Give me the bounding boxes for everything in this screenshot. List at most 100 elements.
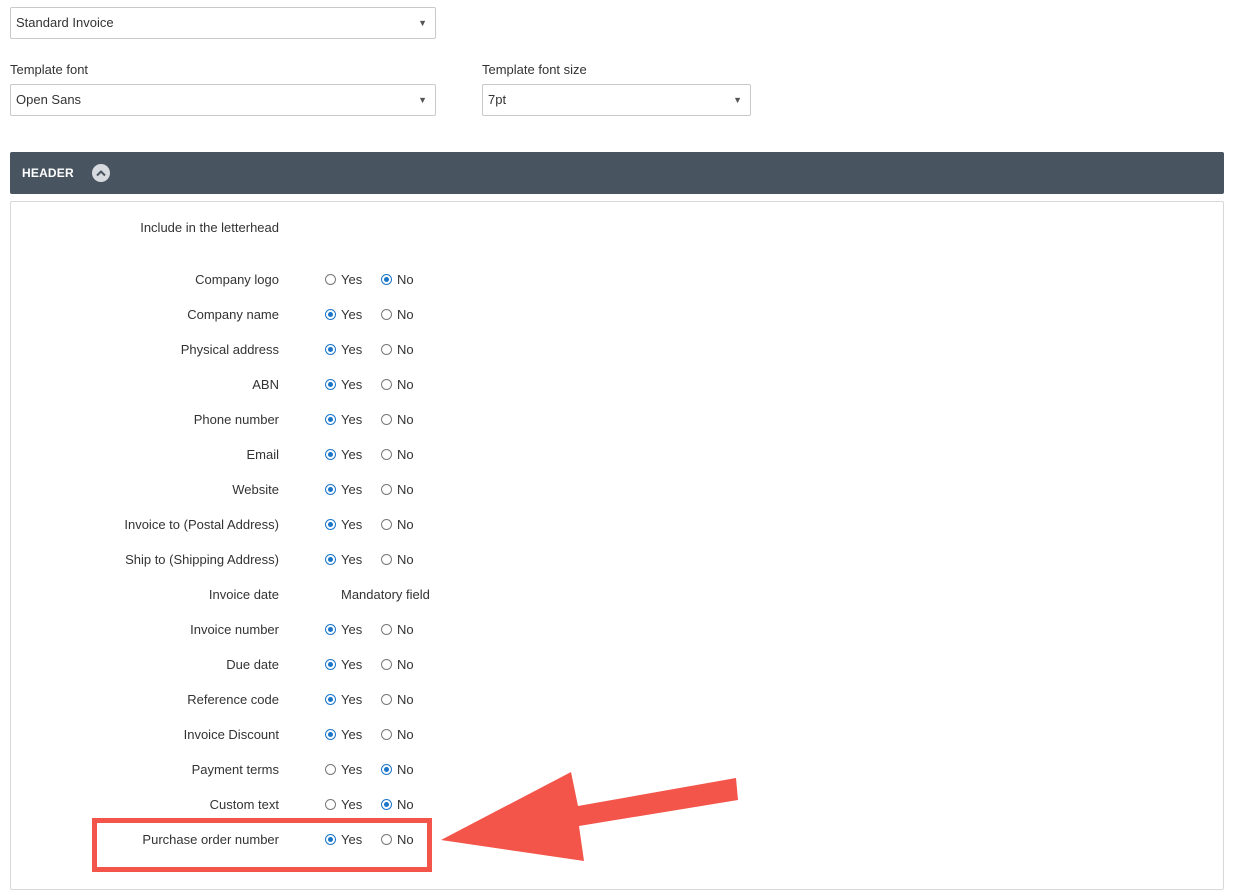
radio-no-label: No [397,552,414,567]
caret-down-icon: ▼ [733,95,742,105]
caret-down-icon: ▼ [418,95,427,105]
radio-no-label: No [397,412,414,427]
radio-no-icon[interactable] [381,414,392,425]
option-row: Invoice number Yes No [0,620,1233,640]
radio-no-icon[interactable] [381,554,392,565]
option-row: Invoice to (Postal Address) Yes No [0,515,1233,535]
radio-yes-icon[interactable] [325,449,336,460]
header-section-title: HEADER [22,166,74,180]
option-row: Invoice date Mandatory field [0,585,1233,605]
option-row: Reference code Yes No [0,690,1233,710]
mandatory-field-text: Mandatory field [341,587,430,602]
radio-no-icon[interactable] [381,519,392,530]
radio-yes-label: Yes [341,307,363,322]
option-row: Invoice Discount Yes No [0,725,1233,745]
radio-no-icon[interactable] [381,449,392,460]
option-label: Due date [226,657,279,672]
option-row: Phone number Yes No [0,410,1233,430]
radio-yes-label: Yes [341,552,363,567]
template-font-label: Template font [10,62,89,77]
radio-yes-icon[interactable] [325,484,336,495]
option-label: Physical address [180,342,279,357]
template-font-select[interactable]: Open Sans ▼ [10,84,436,116]
radio-no-icon[interactable] [381,729,392,740]
option-row: Email Yes No [0,445,1233,465]
radio-no-label: No [397,622,414,637]
option-label: ABN [252,377,279,392]
template-font-value: Open Sans [16,92,82,107]
radio-yes-icon[interactable] [325,274,336,285]
option-label: Invoice number [190,622,279,637]
option-label: Website [232,482,279,497]
radio-no-label: No [397,692,414,707]
radio-yes-icon[interactable] [325,624,336,635]
radio-yes-label: Yes [341,447,363,462]
radio-yes-label: Yes [341,517,363,532]
radio-yes-icon[interactable] [325,799,336,810]
radio-yes-icon[interactable] [325,519,336,530]
radio-yes-icon[interactable] [325,729,336,740]
template-select-value: Standard Invoice [16,15,114,30]
radio-yes-icon[interactable] [325,659,336,670]
radio-yes-label: Yes [341,377,363,392]
radio-yes-icon[interactable] [325,309,336,320]
option-label: Company name [187,307,279,322]
radio-no-icon[interactable] [381,694,392,705]
option-row: Company name Yes No [0,305,1233,325]
option-label: Company logo [195,272,279,287]
arrow-left-icon [441,772,738,861]
radio-no-icon[interactable] [381,624,392,635]
option-label: Email [246,447,279,462]
option-row: Due date Yes No [0,655,1233,675]
radio-yes-icon[interactable] [325,694,336,705]
header-section-bar: HEADER [10,152,1224,194]
option-label: Invoice to (Postal Address) [124,517,279,532]
option-label: Ship to (Shipping Address) [125,552,279,567]
template-font-size-value: 7pt [488,92,507,107]
radio-no-icon[interactable] [381,484,392,495]
radio-no-label: No [397,377,414,392]
radio-no-label: No [397,762,414,777]
letterhead-intro: Include in the letterhead [140,220,279,235]
radio-yes-label: Yes [341,412,363,427]
radio-yes-icon[interactable] [325,379,336,390]
radio-yes-label: Yes [341,727,363,742]
radio-yes-label: Yes [341,657,363,672]
radio-no-label: No [397,517,414,532]
radio-no-label: No [397,447,414,462]
template-font-size-label: Template font size [482,62,587,77]
annotation-highlight-box [92,818,432,872]
radio-no-icon[interactable] [381,799,392,810]
radio-yes-label: Yes [341,692,363,707]
radio-no-label: No [397,727,414,742]
radio-yes-icon[interactable] [325,554,336,565]
option-label: Invoice date [208,587,279,602]
radio-no-icon[interactable] [381,274,392,285]
radio-yes-label: Yes [341,342,363,357]
option-label: Phone number [193,412,279,427]
radio-yes-label: Yes [341,622,363,637]
radio-no-label: No [397,342,414,357]
option-row: Ship to (Shipping Address) Yes No [0,550,1233,570]
radio-no-icon[interactable] [381,659,392,670]
radio-no-label: No [397,307,414,322]
radio-no-icon[interactable] [381,309,392,320]
option-label: Custom text [209,797,279,812]
radio-yes-icon[interactable] [325,344,336,355]
option-label: Payment terms [191,762,279,777]
radio-no-icon[interactable] [381,344,392,355]
radio-yes-icon[interactable] [325,764,336,775]
radio-yes-label: Yes [341,762,363,777]
template-select[interactable]: Standard Invoice ▼ [10,7,436,39]
radio-yes-icon[interactable] [325,414,336,425]
option-row: Company logo Yes No [0,270,1233,290]
chevron-up-icon[interactable] [92,164,110,182]
option-label: Reference code [187,692,279,707]
radio-no-label: No [397,272,414,287]
option-row: Website Yes No [0,480,1233,500]
option-label: Invoice Discount [183,727,279,742]
radio-no-icon[interactable] [381,764,392,775]
radio-no-icon[interactable] [381,379,392,390]
template-font-size-select[interactable]: 7pt ▼ [482,84,751,116]
radio-no-label: No [397,482,414,497]
